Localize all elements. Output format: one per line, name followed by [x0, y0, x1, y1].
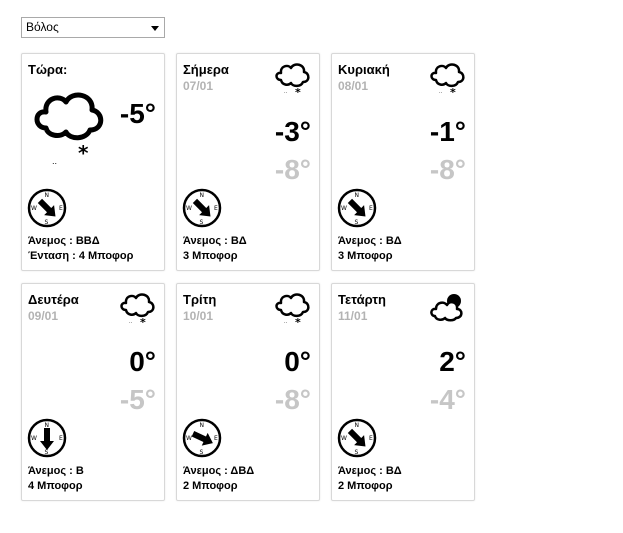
day-wind-direction: Άνεμος : ΒΔ [183, 235, 247, 247]
svg-text:W: W [31, 435, 37, 442]
compass-icon: N S E W [182, 418, 222, 458]
forecast-card-3: Τρίτη 10/01 * .. 0° -8° N S E W Άνεμος :… [176, 283, 320, 501]
compass-s: S [45, 219, 49, 226]
day-name: Κυριακή [338, 62, 390, 77]
cloud-snow-icon: * .. [120, 293, 155, 326]
compass-icon: N S E W [27, 188, 67, 228]
svg-text:E: E [214, 435, 218, 442]
compass-w: W [31, 205, 37, 212]
svg-text:..: .. [52, 157, 57, 166]
day-wind-direction: Άνεμος : ΒΔ [338, 235, 402, 247]
svg-text:S: S [355, 449, 359, 456]
svg-text:S: S [45, 449, 49, 456]
now-wind-force: Ένταση : 4 Μποφορ [28, 250, 134, 262]
location-select-value: Βόλος [26, 20, 59, 34]
svg-text:W: W [341, 205, 347, 212]
svg-text:N: N [200, 192, 205, 199]
svg-text:N: N [355, 192, 360, 199]
day-wind: Άνεμος : ΒΔ 3 Μποφορ [338, 234, 402, 264]
day-name: Τετάρτη [338, 292, 387, 307]
svg-text:..: .. [129, 319, 133, 325]
chevron-down-icon[interactable] [151, 26, 159, 31]
svg-text:W: W [341, 435, 347, 442]
svg-text:*: * [140, 316, 146, 326]
day-wind-force: 2 Μποφορ [183, 480, 238, 492]
day-low-temp: -5° [119, 384, 156, 415]
forecast-card-4: Τετάρτη 11/01 2° -4° N S E W Άνεμος : ΒΔ… [331, 283, 475, 501]
forecast-card-2: Δευτέρα 09/01 * .. 0° -5° N S E W Άνεμος… [21, 283, 165, 501]
day-high-temp: 0° [129, 346, 156, 377]
svg-text:..: .. [284, 319, 288, 325]
day-low-temp: -8° [274, 384, 311, 415]
current-weather-card: Τώρα: * .. -5° N S E W Άνεμος : ΒΒΔ Έντα… [21, 53, 165, 271]
compass-n: N [45, 192, 50, 199]
svg-text:W: W [186, 435, 192, 442]
day-date: 11/01 [338, 309, 368, 323]
day-wind: Άνεμος : ΒΔ 2 Μποφορ [338, 464, 402, 494]
day-high-temp: -3° [274, 116, 311, 147]
forecast-card-1: Κυριακή 08/01 * .. -1° -8° N S E W Άνεμο… [331, 53, 475, 271]
day-wind: Άνεμος : ΒΔ 3 Μποφορ [183, 234, 247, 264]
svg-text:N: N [355, 422, 360, 429]
now-wind: Άνεμος : ΒΒΔ Ένταση : 4 Μποφορ [28, 234, 133, 264]
day-wind-force: 3 Μποφορ [338, 250, 393, 262]
forecast-card-0: Σήμερα 07/01 * .. -3° -8° N S E W Άνεμος… [176, 53, 320, 271]
svg-text:S: S [200, 219, 204, 226]
day-low-temp: -8° [429, 154, 466, 185]
cloud-sun-icon [430, 294, 463, 322]
now-label: Τώρα: [28, 62, 68, 77]
day-date: 07/01 [183, 79, 214, 93]
day-low-temp: -8° [274, 154, 311, 185]
compass-icon: N S E W [182, 188, 222, 228]
svg-text:*: * [295, 86, 301, 96]
day-high-temp: 0° [284, 346, 311, 377]
svg-text:E: E [369, 435, 373, 442]
day-wind-force: 3 Μποφορ [183, 250, 238, 262]
compass-icon: N S E W [337, 188, 377, 228]
svg-text:W: W [186, 205, 192, 212]
compass-e: E [59, 205, 63, 212]
svg-text:*: * [450, 86, 456, 96]
svg-text:..: .. [284, 89, 288, 95]
svg-text:N: N [45, 422, 50, 429]
day-wind: Άνεμος : ΔΒΔ 2 Μποφορ [183, 464, 254, 494]
svg-text:E: E [59, 435, 63, 442]
day-wind-direction: Άνεμος : ΒΔ [338, 465, 402, 477]
day-high-temp: 2° [439, 346, 466, 377]
day-date: 08/01 [338, 79, 369, 93]
svg-text:N: N [200, 422, 205, 429]
cloud-snow-icon: * .. [275, 293, 310, 326]
day-wind-direction: Άνεμος : ΔΒΔ [183, 465, 255, 477]
now-wind-direction: Άνεμος : ΒΒΔ [28, 235, 100, 247]
cloud-snow-icon: * .. [430, 63, 465, 96]
compass-icon: N S E W [27, 418, 67, 458]
day-wind-force: 2 Μποφορ [338, 480, 393, 492]
location-select[interactable]: Βόλος [21, 17, 165, 38]
day-name: Δευτέρα [28, 292, 79, 307]
day-wind: Άνεμος : Β 4 Μποφορ [28, 464, 84, 494]
svg-text:*: * [295, 316, 301, 326]
now-temperature: -5° [119, 98, 156, 129]
cloud-snow-icon: * .. [34, 92, 104, 166]
svg-text:E: E [214, 205, 218, 212]
day-wind-direction: Άνεμος : Β [28, 465, 84, 477]
day-low-temp: -4° [429, 384, 466, 415]
day-name: Τρίτη [183, 292, 217, 307]
svg-text:E: E [369, 205, 373, 212]
svg-text:*: * [78, 141, 89, 165]
day-wind-force: 4 Μποφορ [28, 480, 83, 492]
svg-text:S: S [200, 449, 204, 456]
day-high-temp: -1° [429, 116, 466, 147]
day-name: Σήμερα [183, 62, 229, 77]
day-date: 09/01 [28, 309, 59, 323]
svg-text:..: .. [439, 89, 443, 95]
cloud-snow-icon: * .. [275, 63, 310, 96]
compass-icon: N S E W [337, 418, 377, 458]
day-date: 10/01 [183, 309, 214, 323]
svg-text:S: S [355, 219, 359, 226]
